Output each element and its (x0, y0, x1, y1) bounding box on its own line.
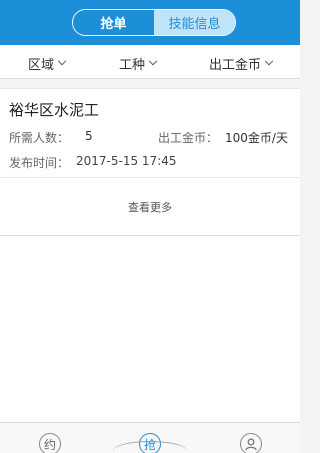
filter-bar: 区域 工种 出工金币 (0, 45, 300, 79)
job-card[interactable]: 裕华区水泥工 所需人数： 5 出工金币： 100金币/天 发布时间： 2017-… (0, 88, 300, 178)
tab-skill-info[interactable]: 技能信息 (154, 10, 235, 35)
filter-worktype[interactable]: 工种 (119, 54, 158, 73)
tab-grab-order[interactable]: 抢单 (73, 10, 154, 35)
coins-label: 出工金币： (158, 131, 219, 145)
filter-area-label: 区域 (28, 58, 55, 73)
appointment-tab-icon[interactable]: 约 (39, 433, 61, 453)
user-glyph (245, 438, 257, 451)
chevron-down-icon (148, 56, 158, 65)
job-title: 裕华区水泥工 (9, 101, 100, 119)
coins-value: 100金币/天 (225, 131, 288, 145)
segmented-control: 抢单 技能信息 (72, 9, 236, 36)
appointment-tab-label: 约 (43, 437, 56, 452)
people-value: 5 (85, 129, 93, 143)
filter-area[interactable]: 区域 (28, 54, 67, 73)
filter-worktype-label: 工种 (119, 58, 146, 73)
top-header: 抢单 技能信息 (0, 0, 300, 45)
content-area (0, 236, 300, 424)
time-value: 2017-5-15 17:45 (76, 154, 177, 168)
user-icon[interactable] (240, 433, 262, 453)
people-label: 所需人数： (9, 131, 70, 145)
view-more-button[interactable]: 查看更多 (0, 178, 300, 236)
chevron-down-icon (57, 56, 67, 65)
filter-coins-label: 出工金币 (209, 58, 262, 73)
filter-coins[interactable]: 出工金币 (209, 54, 274, 73)
time-label: 发布时间： (9, 156, 70, 170)
chevron-down-icon (264, 56, 274, 65)
